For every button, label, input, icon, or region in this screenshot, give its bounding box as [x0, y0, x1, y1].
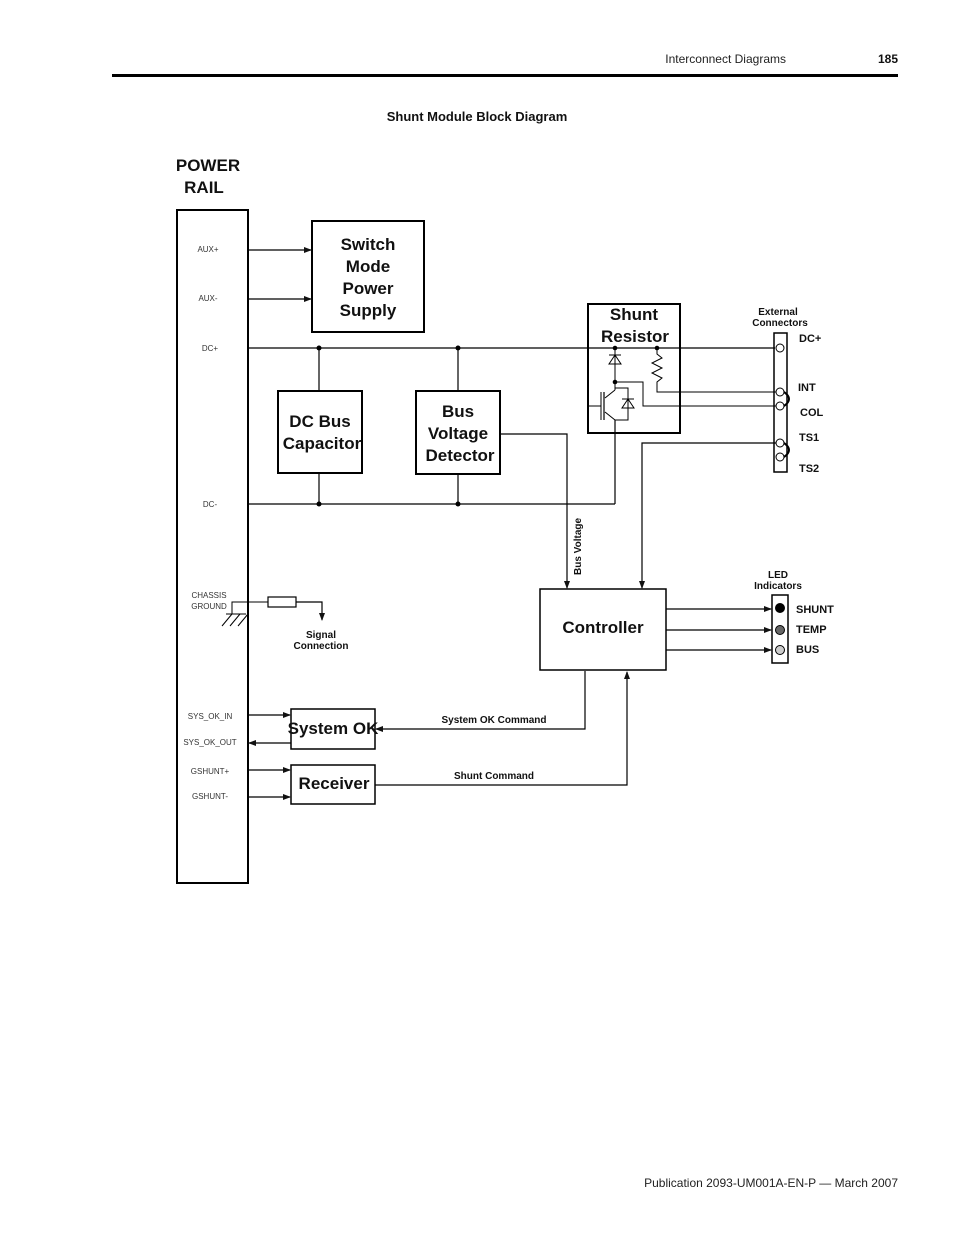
bus-voltage-wire [500, 433, 570, 589]
pin-dc-minus: DC- [203, 500, 218, 509]
label-dc-plus: DC+ [799, 333, 821, 345]
system-ok-command-label: System OK Command [441, 715, 546, 726]
filter-resistor-icon [267, 596, 297, 608]
smps-label-2: Mode [346, 257, 390, 276]
pin-gshunt-plus: GSHUNT+ [191, 767, 230, 776]
chassis-ground-icon [221, 601, 268, 627]
capacitor-label-2: Capacitor [283, 434, 362, 453]
shunt-label-2: Resistor [601, 327, 669, 346]
led-label-bus: BUS [796, 644, 819, 656]
bus-voltage-label: Bus Voltage [573, 518, 584, 575]
pin-aux-minus: AUX- [198, 294, 217, 303]
capacitor-label-1: DC Bus [289, 412, 350, 431]
ext-connectors-title-2: Connectors [752, 318, 808, 329]
pin-sys-ok-out: SYS_OK_OUT [183, 738, 236, 747]
label-int: INT [798, 382, 816, 394]
ext-connectors-title-1: External [758, 307, 798, 318]
detector-label-3: Detector [426, 446, 495, 465]
led-shunt [775, 603, 785, 613]
pin-sys-ok-in: SYS_OK_IN [188, 712, 233, 721]
label-ts2: TS2 [799, 463, 819, 475]
connector-ts1 [775, 438, 785, 448]
power-rail [176, 209, 249, 884]
system-ok-label: System OK [288, 719, 379, 738]
led-label-temp: TEMP [796, 624, 827, 636]
block-diagram: POWER RAIL AUX+ AUX- DC+ DC- CHASSIS GRO… [176, 156, 834, 884]
connector-dc-plus [775, 343, 785, 353]
signal-connection-wire [296, 601, 325, 621]
detector-label-1: Bus [442, 402, 474, 421]
smps-label-1: Switch [341, 235, 396, 254]
receiver-label: Receiver [299, 774, 370, 793]
pin-dc-plus: DC+ [202, 344, 219, 353]
connector-int [775, 387, 785, 397]
shunt-command-label: Shunt Command [454, 771, 534, 782]
led-title-2: Indicators [754, 581, 802, 592]
shunt-label-1: Shunt [610, 305, 658, 324]
diode-icon [608, 348, 622, 382]
dc-bus-capacitor-block [277, 390, 363, 474]
connector-col [775, 401, 785, 411]
resistor-icon [650, 348, 777, 393]
signal-connection-label-2: Connection [294, 641, 349, 652]
smps-label-3: Power [342, 279, 393, 298]
controller-label: Controller [562, 618, 644, 637]
led-temp [775, 625, 785, 635]
signal-connection-label-1: Signal [306, 630, 336, 641]
led-bus [775, 645, 785, 655]
power-rail-title-1: POWER [176, 156, 240, 175]
led-title-1: LED [768, 570, 788, 581]
pin-chassis: CHASSIS [191, 591, 226, 600]
smps-label-4: Supply [340, 301, 397, 320]
pin-gshunt-minus: GSHUNT- [192, 792, 228, 801]
pin-aux-plus: AUX+ [197, 245, 218, 254]
thermal-switch-wire [639, 442, 777, 589]
publication-footer: Publication 2093-UM001A-EN-P — March 200… [644, 1176, 898, 1190]
led-label-shunt: SHUNT [796, 604, 834, 616]
connector-ts2 [775, 452, 785, 462]
power-rail-title-2: RAIL [184, 178, 224, 197]
label-col: COL [800, 407, 824, 419]
label-ts1: TS1 [799, 432, 819, 444]
detector-label-2: Voltage [428, 424, 488, 443]
pin-ground: GROUND [191, 602, 227, 611]
